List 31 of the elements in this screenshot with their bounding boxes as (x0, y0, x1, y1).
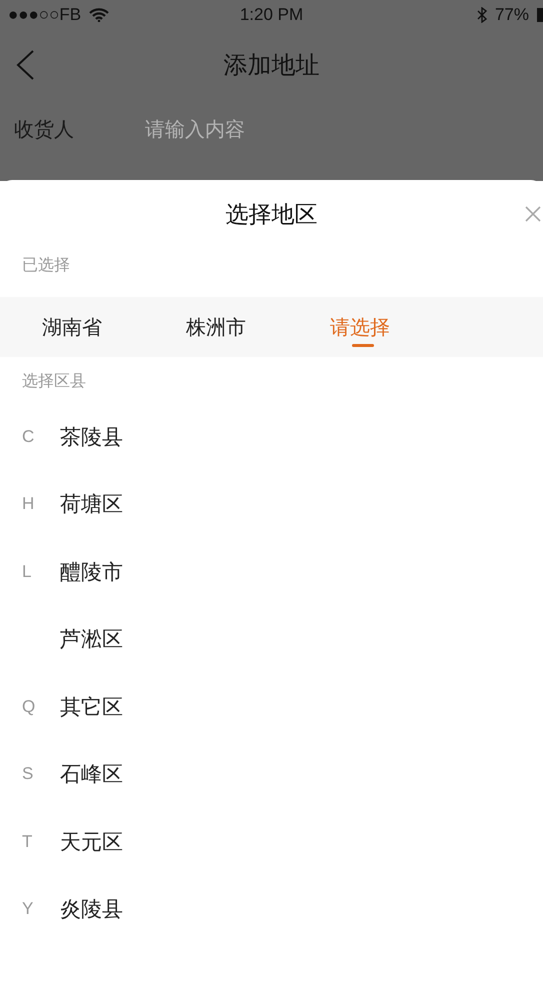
index-letter: H (21, 494, 36, 514)
back-icon[interactable] (15, 49, 35, 81)
close-icon[interactable] (525, 206, 541, 222)
district-item[interactable]: 茶陵县 (60, 422, 123, 451)
battery-icon (537, 8, 543, 22)
region-tab[interactable]: 湖南省 (42, 297, 144, 357)
district-item[interactable]: 天元区 (60, 828, 123, 856)
district-item[interactable]: 其它区 (60, 692, 123, 721)
time-text: 1:20 PM (240, 5, 304, 25)
index-letter: L (21, 562, 32, 582)
wifi-icon (89, 8, 110, 22)
region-tab[interactable]: 株洲市 (186, 297, 288, 357)
district-item[interactable]: 荷塘区 (60, 490, 123, 518)
page-title: 添加地址 (224, 50, 320, 81)
district-item[interactable]: 石峰区 (60, 760, 123, 788)
section-label: 已选择 (21, 254, 71, 276)
district-item[interactable]: 芦淞区 (60, 625, 123, 654)
field-label: 收货人 (14, 116, 75, 142)
district-item[interactable]: 醴陵市 (60, 558, 123, 586)
index-letter: Y (21, 899, 34, 920)
index-letter: Q (21, 696, 36, 717)
sheet-title: 选择地区 (226, 200, 318, 230)
index-letter: C (21, 426, 36, 447)
carrier-text: ●●●○○FB (8, 5, 82, 25)
index-letter: S (21, 764, 34, 784)
district-item[interactable]: 炎陵县 (60, 895, 123, 924)
section-label: 选择区县 (21, 370, 87, 392)
battery-percent: 77% (494, 5, 529, 25)
input-field[interactable]: 请输入内容 (145, 117, 345, 141)
index-letter: T (21, 832, 34, 852)
bluetooth-icon (476, 7, 487, 23)
